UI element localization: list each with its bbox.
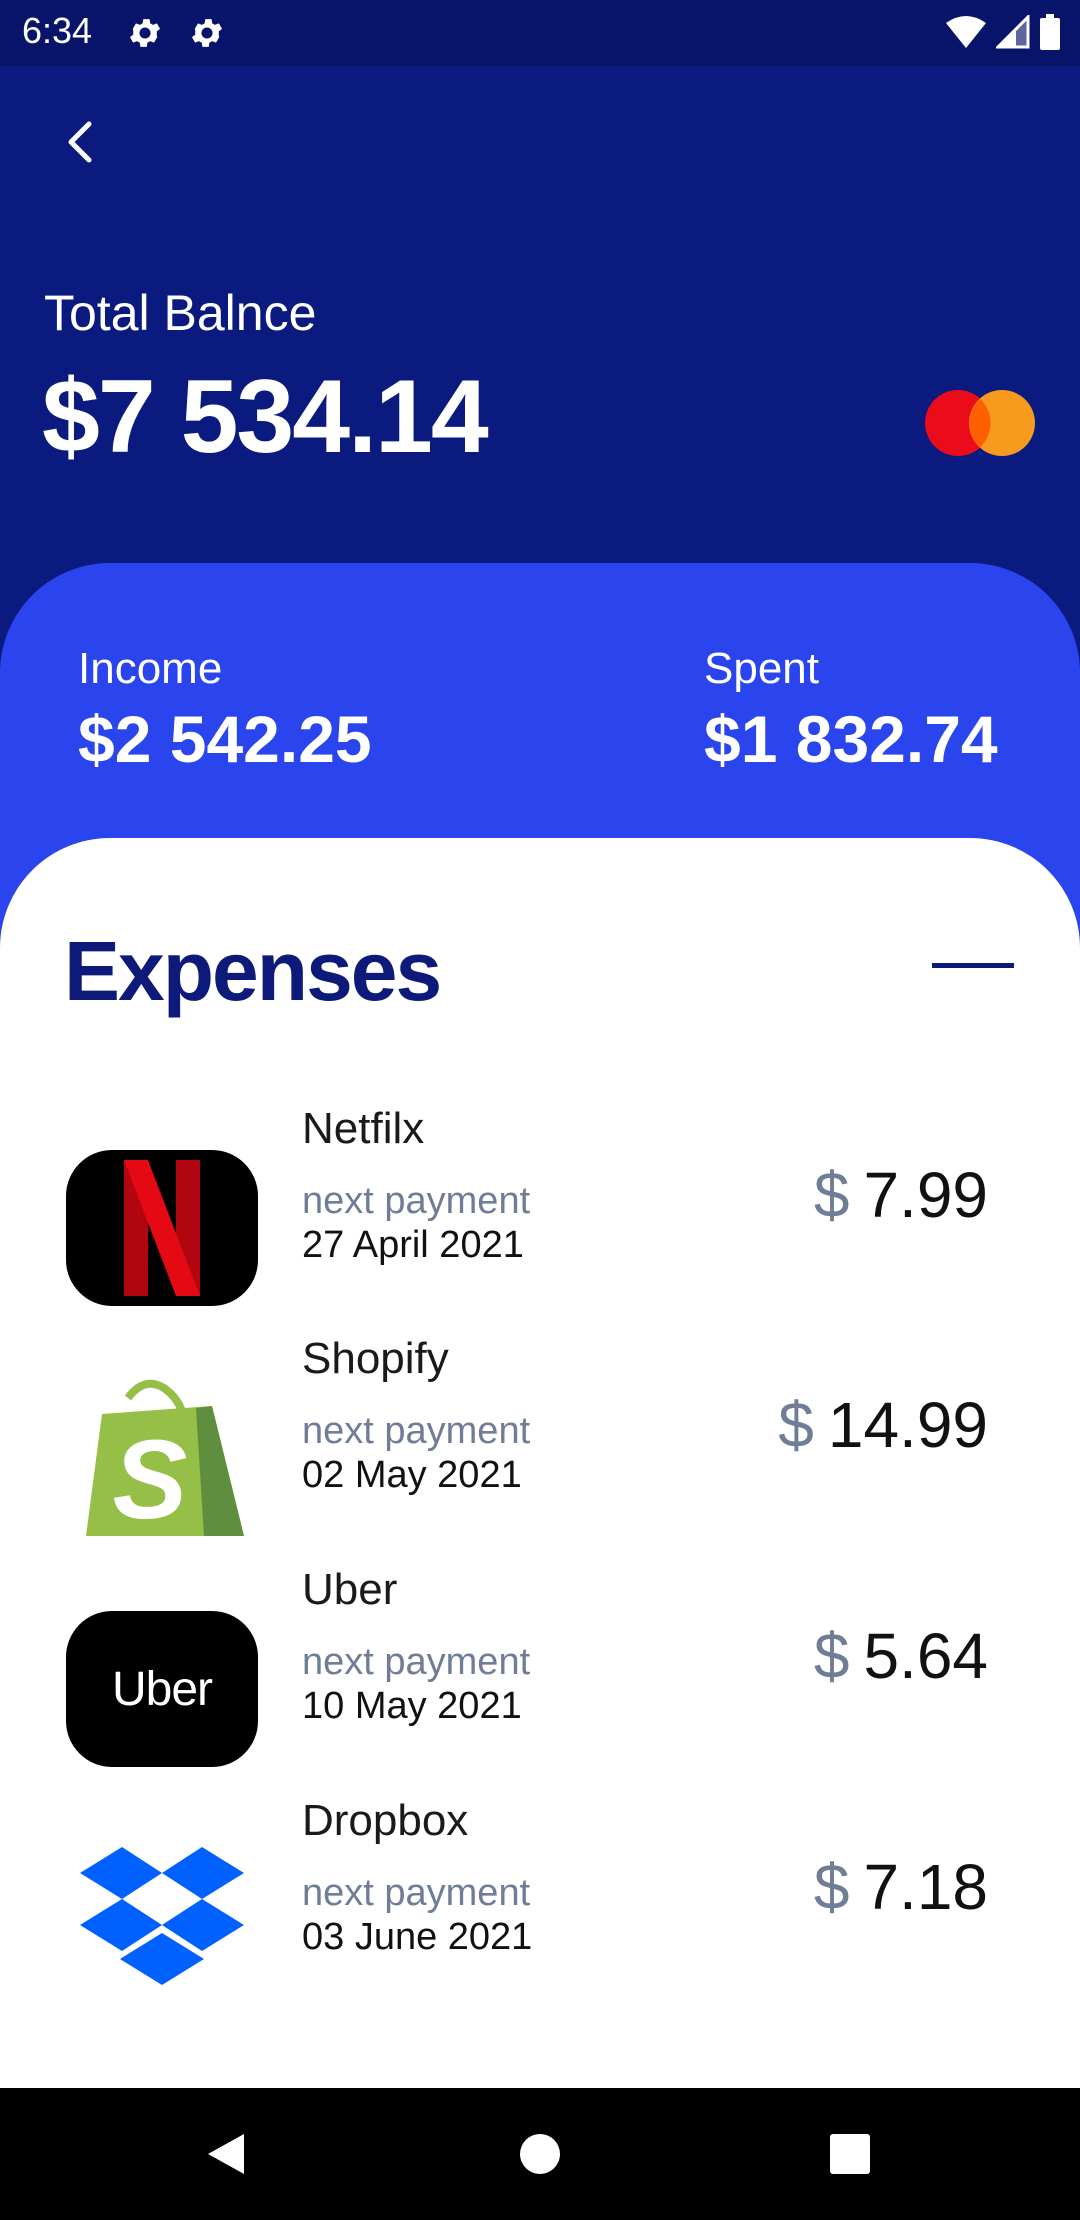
expense-item-netflix[interactable]: Netfilx next payment 27 April 2021 $7.99 (0, 1104, 1080, 1362)
spent-value: $1 832.74 (704, 701, 998, 776)
nav-recents-button[interactable] (814, 2118, 886, 2190)
expense-name: Uber (302, 1565, 398, 1614)
minus-icon (932, 963, 1014, 968)
home-circle-icon (520, 2134, 560, 2174)
netflix-logo (66, 1132, 258, 1324)
signal-icon (996, 15, 1030, 49)
uber-logo: Uber (66, 1593, 258, 1785)
expense-amount: $7.18 (814, 1850, 988, 1924)
expense-name: Dropbox (302, 1796, 469, 1845)
amount-value: 5.64 (863, 1620, 988, 1692)
back-triangle-icon (208, 2134, 244, 2174)
nav-home-button[interactable] (504, 2118, 576, 2190)
next-payment-date: 10 May 2021 (302, 1685, 522, 1727)
amount-value: 7.18 (863, 1851, 988, 1923)
collapse-expenses-button[interactable] (920, 948, 1020, 988)
total-balance-label: Total Balnce (44, 285, 317, 341)
expense-amount: $14.99 (778, 1388, 988, 1462)
mastercard-icon (925, 390, 1035, 456)
currency-symbol: $ (813, 1620, 850, 1692)
nav-back-button[interactable] (190, 2118, 262, 2190)
recents-square-icon (830, 2134, 870, 2174)
currency-symbol: $ (813, 1851, 850, 1923)
status-time: 6:34 (22, 10, 93, 51)
expense-item-uber[interactable]: Uber Uber next payment 10 May 2021 $5.64 (0, 1565, 1080, 1823)
next-payment-label: next payment (302, 1872, 531, 1914)
income-label: Income (78, 644, 223, 693)
settings-icon (191, 19, 223, 47)
expense-amount: $5.64 (814, 1619, 988, 1693)
status-bar: 6:34 (0, 0, 1080, 66)
income-value: $2 542.25 (78, 701, 372, 776)
expenses-title: Expenses (64, 924, 442, 1018)
svg-text:S: S (113, 1417, 188, 1538)
next-payment-date: 03 June 2021 (302, 1916, 533, 1958)
wifi-icon (946, 16, 986, 48)
system-nav-bar (0, 2088, 1080, 2220)
next-payment-label: next payment (302, 1410, 531, 1452)
total-balance-value: $7 534.14 (42, 359, 489, 475)
next-payment-label: next payment (302, 1641, 531, 1683)
shopify-logo: S (66, 1362, 258, 1554)
spent-summary: Spent $1 832.74 (704, 643, 998, 779)
income-summary: Income $2 542.25 (78, 643, 372, 779)
amount-value: 14.99 (827, 1389, 988, 1461)
expense-name: Shopify (302, 1334, 449, 1383)
chevron-left-icon (68, 121, 92, 163)
amount-value: 7.99 (863, 1159, 988, 1231)
status-icons (946, 12, 1060, 52)
uber-logo-text: Uber (111, 1662, 213, 1716)
next-payment-date: 02 May 2021 (302, 1454, 522, 1496)
expenses-panel: Expenses Netfilx next payment 27 April 2… (0, 838, 1080, 2088)
next-payment-label: next payment (302, 1180, 531, 1222)
battery-icon (1040, 14, 1060, 50)
expense-item-shopify[interactable]: S Shopify next payment 02 May 2021 $14.9… (0, 1334, 1080, 1592)
currency-symbol: $ (778, 1389, 814, 1461)
currency-symbol: $ (813, 1159, 850, 1231)
expense-name: Netfilx (302, 1104, 425, 1153)
expense-item-dropbox[interactable]: Dropbox next payment 03 June 2021 $7.18 (0, 1796, 1080, 2054)
expense-amount: $7.99 (814, 1158, 988, 1232)
next-payment-date: 27 April 2021 (302, 1224, 524, 1266)
dropbox-logo (66, 1824, 258, 2016)
back-button[interactable] (56, 112, 104, 172)
settings-icon (129, 19, 161, 47)
spent-label: Spent (704, 644, 819, 693)
